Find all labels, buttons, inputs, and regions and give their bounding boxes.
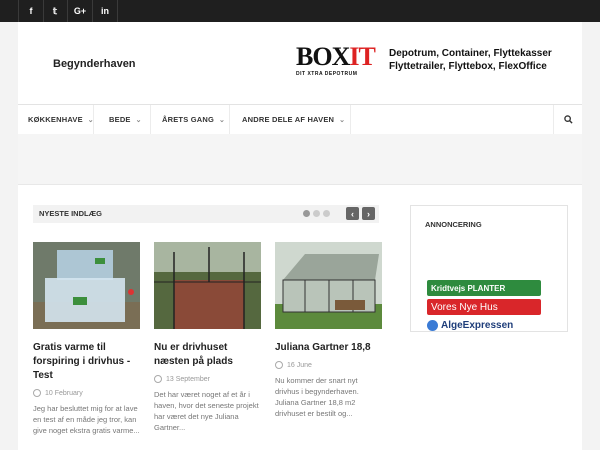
boxit-logo-text: BOXIT [296,42,376,71]
site-title[interactable]: Begynderhaven [53,58,136,70]
nav-item-andre-dele[interactable]: ANDRE DELE AF HAVEN ⌄ [231,105,351,134]
post-card[interactable]: Nu er drivhuset næsten på plads 13 Septe… [154,242,261,433]
facebook-icon[interactable]: f [18,0,44,22]
post-card[interactable]: Juliana Gartner 18,8 16 June Nu kommer d… [275,242,382,419]
post-title[interactable]: Gratis varme til forspiring i drivhus - … [33,341,140,383]
chevron-down-icon: ⌄ [219,116,226,124]
latest-posts-title: NYESTE INDLÆG [39,209,102,218]
banner-area [18,134,582,185]
post-excerpt: Det har været noget af et år i haven, hv… [154,390,259,432]
nav-item-label: ÅRETS GANG [162,115,215,124]
slider-dot-2[interactable] [313,210,320,217]
nav-item-arets-gang[interactable]: ÅRETS GANG ⌄ [152,105,230,134]
post-title[interactable]: Nu er drivhuset næsten på plads [154,341,261,369]
post-date: 16 June [275,361,382,369]
main-container: Begynderhaven BOXIT DIT XTRA DEPOTRUM De… [18,22,582,450]
ads-widget: ANNONCERING Kridtvejs PLANTER Vores Nye … [410,205,568,332]
nav-item-label: ANDRE DELE AF HAVEN [242,115,335,124]
chevron-down-icon: ⌄ [135,116,142,124]
page-background-left [0,22,18,450]
slider-dot-1[interactable] [303,210,310,217]
search-icon [563,115,573,124]
clock-icon [275,361,283,369]
post-excerpt: Nu kommer der snart nyt drivhus i begynd… [275,376,359,418]
nav-item-bede[interactable]: BEDE ⌄ [95,105,151,134]
clock-icon [154,375,162,383]
post-date: 10 February [33,389,140,397]
nav-item-label: BEDE [109,115,131,124]
ad-kridtvejs-planter[interactable]: Kridtvejs PLANTER [427,280,541,296]
post-thumbnail[interactable] [33,242,140,329]
boxit-logo[interactable]: BOXIT DIT XTRA DEPOTRUM [296,42,376,84]
nav-item-label: KØKKENHAVE [28,115,83,124]
post-thumbnail[interactable] [154,242,261,329]
post-date: 13 September [154,375,261,383]
twitter-icon[interactable]: 𝕥 [43,0,68,22]
post-excerpt: Jeg har besluttet mig for at lave en tes… [33,404,140,435]
linkedin-icon[interactable]: in [93,0,118,22]
promo-line-2: Flyttetrailer, Flyttebox, FlexOffice [389,61,547,72]
clock-icon [33,389,41,397]
search-button[interactable] [553,105,582,134]
slider-prev-button[interactable]: ‹ [346,207,359,220]
nav-item-kokkenhave[interactable]: KØKKENHAVE ⌄ [18,105,94,134]
header-promo[interactable]: Depotrum, Container, Flyttekasser Flytte… [389,47,552,73]
slider-dot-3[interactable] [323,210,330,217]
ads-heading: ANNONCERING [425,220,482,229]
ad-vores-nye-hus[interactable]: Vores Nye Hus [427,299,541,315]
latest-posts-header: NYESTE INDLÆG ‹ › [33,205,379,223]
ad-algeexpressen[interactable]: AlgeExpressen [427,318,541,332]
social-bar: f 𝕥 G+ in [0,0,600,22]
post-card[interactable]: Gratis varme til forspiring i drivhus - … [33,242,140,436]
post-thumbnail[interactable] [275,242,382,329]
promo-line-1: Depotrum, Container, Flyttekasser [389,48,552,59]
boxit-logo-tagline: DIT XTRA DEPOTRUM [296,71,358,77]
chevron-down-icon: ⌄ [87,116,94,124]
chevron-down-icon: ⌄ [339,116,346,124]
google-plus-icon[interactable]: G+ [68,0,93,22]
algeexpressen-logo-icon [427,319,438,331]
page-background-right [582,22,600,450]
main-nav: KØKKENHAVE ⌄ BEDE ⌄ ÅRETS GANG ⌄ ANDRE DELE… [18,104,582,135]
post-title[interactable]: Juliana Gartner 18,8 [275,341,382,355]
slider-next-button[interactable]: › [362,207,375,220]
